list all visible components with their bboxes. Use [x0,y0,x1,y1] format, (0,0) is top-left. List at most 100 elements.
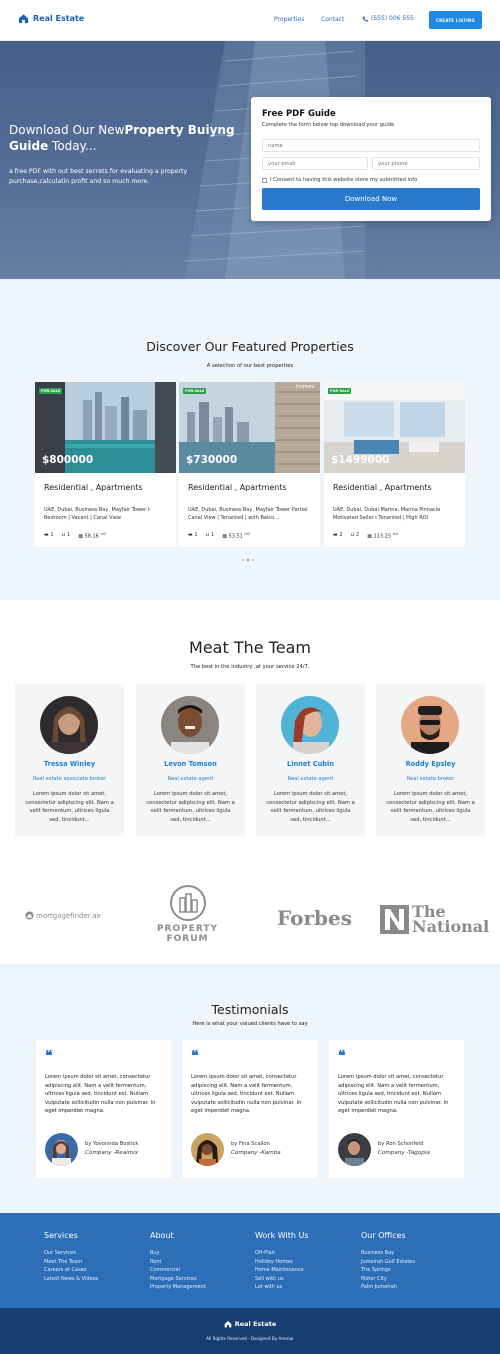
footer-link[interactable]: Motor City [361,1275,415,1284]
footer-link[interactable]: Sell with us [255,1275,309,1284]
phone-icon [362,16,368,21]
nav-phone[interactable]: (555) 006 555 [362,15,414,22]
create-listing-button[interactable]: CREATE LISTING [429,11,482,29]
featured-title: Discover Our Featured Properties [146,339,354,354]
team-member-bio: Lorem ipsum dolor sit amet, consectetur … [386,791,475,823]
house-logo-icon [18,14,29,24]
for-sale-badge: FOR-SALE [183,388,207,394]
form-description: Complete the form below top download you… [262,122,395,128]
footer-link[interactable]: Mortgage Services [150,1275,206,1284]
footer-link[interactable]: Buy [150,1249,206,1258]
footer-link[interactable]: Property Management [150,1283,206,1292]
footer-link[interactable]: Commercial [150,1266,206,1275]
footer-link[interactable]: Palm Jumeirah [361,1283,415,1292]
nav-link-contact[interactable]: Contact [321,16,344,23]
for-sale-badge: FOR-SALE [328,388,352,394]
baths: ⊔ 1 [205,532,215,538]
footer-heading: About [150,1231,174,1240]
team-section: Meat The Team The best in the industry ,… [0,600,500,858]
footer-link[interactable]: Let with us [255,1283,309,1292]
featured-properties-section: Discover Our Featured Properties A selec… [0,279,500,600]
carousel-dot[interactable] [252,559,254,561]
area: ▦ 53.51 m2 [222,532,251,540]
team-member-photo [161,696,219,754]
team-member-role: Real estate broker [406,776,455,782]
property-meta: ▬ 1 ⊔ 1 ▦ 58.16 m2 [44,532,106,540]
footer-heading: Services [44,1231,78,1240]
carousel-dot[interactable] [242,559,244,561]
footer-link[interactable]: Meet The Team [44,1258,98,1267]
property-card[interactable]: FOR-SALE $800000 Residential , Apartment… [35,382,176,547]
form-title: Free PDF Guide [262,109,336,119]
team-member-bio: Lorem ipsum dolor sit amet, consectetur … [146,791,235,823]
name-input[interactable] [262,139,480,152]
hero-subtext: a free PDF with out best secrets for eva… [9,168,188,185]
partner-the-national[interactable]: The National [380,904,490,936]
team-member-card[interactable]: Tressa Winley Real estate associate brok… [15,684,124,836]
image-overlay-text: homes [296,384,315,390]
the-national-name: National [412,917,490,936]
client-avatar [45,1133,78,1166]
property-image: FOR-SALE $800000 [35,382,176,473]
carousel-dot-active[interactable] [247,559,249,561]
site-logo[interactable]: Real Estate [18,13,84,24]
footer-link[interactable]: Latest News & Videos [44,1275,98,1284]
team-member-name: Tressa Winley [43,760,96,768]
quote-icon: ❝ [191,1048,199,1064]
footer-link[interactable]: Rent [150,1258,206,1267]
testimonial-text: Lorem ipsum dolor sit amet, consectetur … [338,1074,449,1114]
property-card[interactable]: FOR-SALE $1499000 Residential , Apartmen… [324,382,465,547]
footer-link[interactable]: Business Bay [361,1249,415,1258]
partner-mortgagefinder[interactable]: mortgagefinder.ae [25,911,101,920]
email-input[interactable] [262,157,368,170]
footer-link[interactable]: The Springs [361,1266,415,1275]
phone-input[interactable] [372,157,480,170]
footer-column-offices: Our Offices Business Bay Jumeirah Golf E… [361,1231,415,1292]
navbar: Real Estate Properties Contact (555) 006… [0,0,500,41]
beds: ▬ 1 [188,532,198,538]
testimonials-title: Testimonials [211,1002,289,1017]
area: ▦ 113.25 m2 [367,532,399,540]
team-member-role: Real estate agent [167,776,214,782]
footer-column-about: About Buy Rent Commercial Mortgage Servi… [150,1231,206,1292]
mortgagefinder-text: mortgagefinder.ae [36,911,101,920]
property-card[interactable]: FOR-SALE homes $730000 Residential , Apa… [179,382,320,547]
footer-link[interactable]: Careers at Casaz [44,1266,98,1275]
download-now-button[interactable]: Download Now [262,188,480,210]
phone-number: (555) 006 555 [371,15,414,22]
team-member-card[interactable]: Roddy Epsley Real estate broker Lorem ip… [376,684,485,836]
testimonial-text: Lorem ipsum dolor sit amet, consectetur … [45,1074,156,1114]
testimonials-section: Testimonials Here is what your valued cl… [0,964,500,1213]
copyright-text: All Rights Reserved - Designed By Ammar [206,1336,294,1341]
property-type: Residential , Apartments [44,483,143,492]
property-type: Residential , Apartments [333,483,432,492]
baths: ⊔ 2 [350,532,360,538]
testimonials-subtitle: Here is what your valued clients have to… [192,1021,308,1027]
client-name: by Ron Schonfeld [378,1141,424,1147]
testimonial-card: ❝ Lorem ipsum dolor sit amet, consectetu… [36,1040,171,1178]
team-member-photo [401,696,459,754]
footer-link[interactable]: Home Maintenance [255,1266,309,1275]
team-member-role: Real estate associate broker [32,776,107,782]
testimonial-text: Lorem ipsum dolor sit amet, consectetur … [191,1074,302,1114]
partners-section: mortgagefinder.ae PROPERTY FORUM Forbes … [0,858,500,964]
client-name: by Fina Scallon [231,1141,270,1147]
team-member-card[interactable]: Levon Tomson Real estate agent Lorem ips… [136,684,245,836]
team-member-card[interactable]: Linnet Cubin Real estate agent Lorem ips… [256,684,365,836]
house-logo-icon [224,1321,232,1328]
nav-link-properties[interactable]: Properties [274,16,304,23]
footer-logo[interactable]: Real Estate [0,1320,500,1328]
pdf-guide-form: Free PDF Guide Complete the form below t… [251,97,491,221]
featured-subtitle: A selection of our best properties [206,363,294,369]
checkbox-box[interactable] [262,177,267,183]
partner-property-forum[interactable]: PROPERTY FORUM [150,884,225,944]
footer-link[interactable]: Off-Plan [255,1249,309,1258]
partner-forbes[interactable]: Forbes [277,906,352,930]
footer-link[interactable]: Jumeirah Golf Estates [361,1258,415,1267]
footer-link[interactable]: Our Services [44,1249,98,1258]
footer-link[interactable]: Holiday Homes [255,1258,309,1267]
quote-icon: ❝ [338,1048,346,1064]
consent-checkbox[interactable]: I Consent to having this website store m… [262,177,417,183]
team-member-name: Linnet Cubin [287,760,334,768]
footer-heading: Our Offices [361,1231,406,1240]
